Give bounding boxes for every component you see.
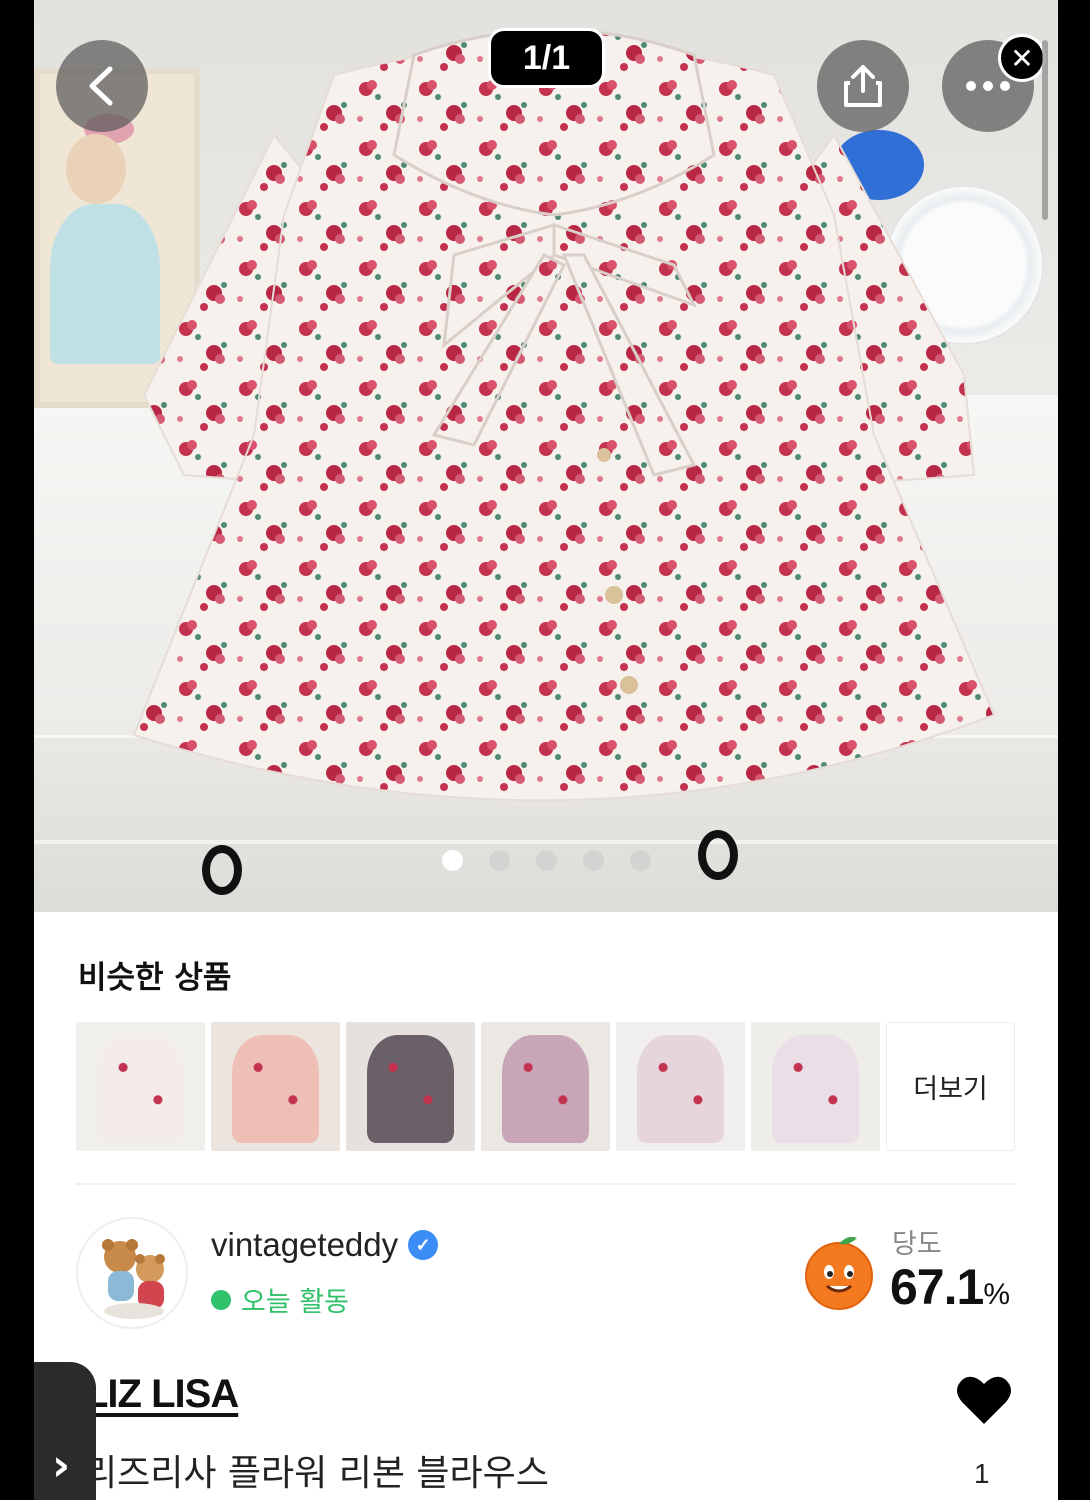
gallery-dots: [442, 850, 651, 871]
similar-item-4[interactable]: [481, 1022, 610, 1151]
chevron-left-icon: [89, 66, 113, 106]
similar-item-6[interactable]: [751, 1022, 880, 1151]
thumbnail-image: [636, 1034, 725, 1144]
product-title: 리즈리사 플라워 리본 블라우스: [84, 1453, 549, 1494]
sweetness-number: 67.1: [890, 1259, 984, 1315]
more-dots-icon: [966, 81, 1010, 91]
orange-mascot-icon: [805, 1236, 873, 1310]
see-more-button[interactable]: 더보기: [886, 1022, 1015, 1151]
like-count: 1: [974, 1458, 990, 1489]
gallery-dot[interactable]: [583, 850, 604, 871]
thumbnail-image: [231, 1034, 320, 1144]
back-button[interactable]: [56, 40, 148, 132]
seller-name-row[interactable]: vintageteddy ✓: [211, 1226, 439, 1264]
screen: 1/1 ✕ 비슷한 상품 더보기 vintageteddy ✓ 오늘 활동 당도…: [34, 0, 1058, 1500]
thumbnail-image: [96, 1034, 185, 1144]
heart-icon[interactable]: [954, 1370, 1014, 1430]
sweetness-unit: %: [983, 1278, 1010, 1311]
scrollbar[interactable]: [1042, 40, 1048, 220]
verified-badge-icon: ✓: [408, 1230, 439, 1260]
sweetness-value: 67.1%: [890, 1258, 1010, 1316]
gallery-dot[interactable]: [536, 850, 557, 871]
image-counter: 1/1: [488, 28, 605, 88]
activity-text: 오늘 활동: [241, 1287, 349, 1318]
teddy-bear-icon: [102, 1239, 165, 1319]
close-button[interactable]: ✕: [998, 34, 1046, 82]
gallery-dot[interactable]: [489, 850, 510, 871]
thumbnail-image: [771, 1034, 860, 1144]
chevron-right-icon[interactable]: ›: [52, 1440, 70, 1491]
drawer-divider: [34, 840, 1058, 844]
similar-products-title: 비슷한 상품: [78, 960, 232, 996]
drawer-handle-left: [202, 845, 242, 895]
share-icon: [844, 65, 882, 107]
similar-item-2[interactable]: [211, 1022, 340, 1151]
similar-item-3[interactable]: [346, 1022, 475, 1151]
gallery-dot[interactable]: [442, 850, 463, 871]
gallery-dot[interactable]: [630, 850, 651, 871]
floral-blouse-illustration: [114, 15, 996, 835]
product-image[interactable]: 1/1 ✕: [34, 0, 1058, 912]
active-dot-icon: [211, 1289, 231, 1310]
thumbnail-image: [501, 1034, 590, 1144]
seller-name[interactable]: vintageteddy: [211, 1226, 398, 1264]
seller-avatar[interactable]: [76, 1217, 188, 1329]
close-icon: ✕: [1010, 41, 1034, 75]
brand-link[interactable]: LIZ LISA: [84, 1372, 239, 1417]
similar-item-1[interactable]: [76, 1022, 205, 1151]
thumbnail-image: [366, 1034, 455, 1144]
similar-products-list: 더보기: [76, 1022, 1015, 1151]
section-divider: [76, 1183, 1016, 1185]
share-button[interactable]: [817, 40, 909, 132]
seller-activity-status: 오늘 활동: [211, 1280, 349, 1319]
similar-item-5[interactable]: [616, 1022, 745, 1151]
sweetness-label: 당도: [892, 1229, 942, 1260]
drawer-handle-right: [698, 830, 738, 880]
